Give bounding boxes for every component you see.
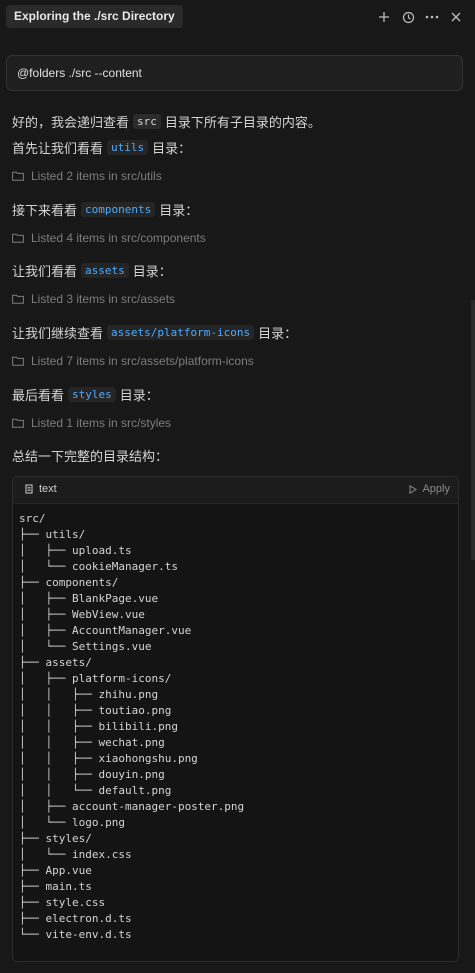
code-line: │ ├── account-manager-poster.png xyxy=(19,800,245,813)
scrollbar[interactable] xyxy=(471,300,475,560)
tool-call-listed-components[interactable]: Listed 4 items in src/components xyxy=(12,231,206,245)
message-text: 目录： xyxy=(132,264,172,279)
listed-text: Listed 7 items in src/assets/platform-ic… xyxy=(31,354,254,368)
code-line: ├── style.css xyxy=(19,896,106,909)
code-language-label: text xyxy=(25,483,57,495)
play-icon xyxy=(409,484,418,494)
code-line: │ │ ├── wechat.png xyxy=(19,736,165,749)
code-line: │ └── Settings.vue xyxy=(19,640,152,653)
chat-header: Exploring the ./src Directory xyxy=(0,0,475,34)
code-line: │ └── index.css xyxy=(19,848,132,861)
code-line: │ ├── AccountManager.vue xyxy=(19,624,192,637)
tool-call-listed-styles[interactable]: Listed 1 items in src/styles xyxy=(12,416,171,430)
code-line: │ ├── WebView.vue xyxy=(19,608,145,621)
code-line: │ └── cookieManager.ts xyxy=(19,560,178,573)
message-text: 目录： xyxy=(159,203,199,218)
message-text: 目录： xyxy=(258,326,298,341)
listed-text: Listed 4 items in src/components xyxy=(31,231,206,245)
apply-button[interactable]: Apply xyxy=(409,483,450,495)
message-text: 总结一下完整的目录结构： xyxy=(12,449,169,464)
code-line: │ ├── upload.ts xyxy=(19,544,132,557)
message-text: 好的，我会递归查看 xyxy=(12,115,130,130)
tool-call-listed-utils[interactable]: Listed 2 items in src/utils xyxy=(12,169,162,183)
folder-icon xyxy=(12,418,24,428)
close-icon xyxy=(451,12,461,22)
code-line: ├── main.ts xyxy=(19,880,92,893)
inline-code-platform-icons: assets/platform-icons xyxy=(107,325,255,340)
history-button[interactable] xyxy=(398,7,418,27)
code-line: ├── utils/ xyxy=(19,528,86,541)
listed-text: Listed 1 items in src/styles xyxy=(31,416,172,430)
message-text: 让我们继续查看 xyxy=(12,326,104,341)
assistant-message-components: 接下来看看 components 目录： xyxy=(12,200,198,219)
folder-icon xyxy=(12,233,24,243)
message-text: 首先让我们看看 xyxy=(12,141,104,156)
code-line: │ ├── BlankPage.vue xyxy=(19,592,159,605)
code-line: src/ xyxy=(19,512,46,525)
assistant-message-styles: 最后看看 styles 目录： xyxy=(12,385,159,404)
history-icon xyxy=(402,11,414,23)
assistant-message-summary: 总结一下完整的目录结构： xyxy=(12,446,168,465)
user-query-text: @folders ./src --content xyxy=(17,66,142,80)
message-text: 目录： xyxy=(119,388,159,403)
inline-code-utils: utils xyxy=(107,140,149,155)
message-text: 目录下所有子目录的内容。 xyxy=(164,115,321,130)
code-line: ├── App.vue xyxy=(19,864,92,877)
code-line: ├── components/ xyxy=(19,576,119,589)
code-line: │ │ ├── douyin.png xyxy=(19,768,165,781)
tool-call-listed-assets[interactable]: Listed 3 items in src/assets xyxy=(12,292,175,306)
document-icon xyxy=(25,484,33,494)
tool-call-listed-platform-icons[interactable]: Listed 7 items in src/assets/platform-ic… xyxy=(12,354,254,368)
code-block-header: text Apply xyxy=(13,477,458,504)
folder-icon xyxy=(12,294,24,304)
code-language-text: text xyxy=(39,483,57,495)
listed-text: Listed 2 items in src/utils xyxy=(31,169,162,183)
inline-code-styles: styles xyxy=(68,387,116,402)
user-query-box[interactable]: @folders ./src --content xyxy=(6,55,463,91)
code-line: │ │ └── default.png xyxy=(19,784,172,797)
code-line: └── vite-env.d.ts xyxy=(19,928,132,941)
message-text: 最后看看 xyxy=(12,388,65,403)
assistant-message-intro: 好的，我会递归查看 src 目录下所有子目录的内容。 xyxy=(12,112,321,131)
code-line: ├── styles/ xyxy=(19,832,92,845)
chat-title-tab[interactable]: Exploring the ./src Directory xyxy=(6,5,183,28)
code-line: │ ├── platform-icons/ xyxy=(19,672,172,685)
code-block: text Apply src/ ├── utils/ │ ├── upload.ts… xyxy=(12,476,459,962)
more-icon xyxy=(425,15,439,19)
code-line: │ │ ├── zhihu.png xyxy=(19,688,159,701)
folder-icon xyxy=(12,356,24,366)
plus-icon xyxy=(379,12,389,22)
code-line: ├── assets/ xyxy=(19,656,92,669)
inline-code-components: components xyxy=(81,202,156,217)
new-chat-button[interactable] xyxy=(374,7,394,27)
folder-icon xyxy=(12,171,24,181)
message-text: 让我们看看 xyxy=(12,264,78,279)
assistant-message-platform-icons: 让我们继续查看 assets/platform-icons 目录： xyxy=(12,323,297,342)
code-line: ├── electron.d.ts xyxy=(19,912,132,925)
assistant-message-assets: 让我们看看 assets 目录： xyxy=(12,261,172,280)
code-line: │ │ ├── toutiao.png xyxy=(19,704,172,717)
inline-code-assets: assets xyxy=(81,263,129,278)
listed-text: Listed 3 items in src/assets xyxy=(31,292,176,306)
code-line: │ │ ├── bilibili.png xyxy=(19,720,178,733)
message-text: 目录： xyxy=(152,141,192,156)
directory-tree: src/ ├── utils/ │ ├── upload.ts │ └── cooki… xyxy=(13,504,458,943)
assistant-message-utils: 首先让我们看看 utils 目录： xyxy=(12,138,191,157)
message-text: 接下来看看 xyxy=(12,203,78,218)
apply-label: Apply xyxy=(422,483,450,495)
code-line: │ │ ├── xiaohongshu.png xyxy=(19,752,198,765)
inline-code-src: src xyxy=(133,114,161,129)
code-line: │ └── logo.png xyxy=(19,816,125,829)
close-button[interactable] xyxy=(446,7,466,27)
more-actions-button[interactable] xyxy=(422,7,442,27)
